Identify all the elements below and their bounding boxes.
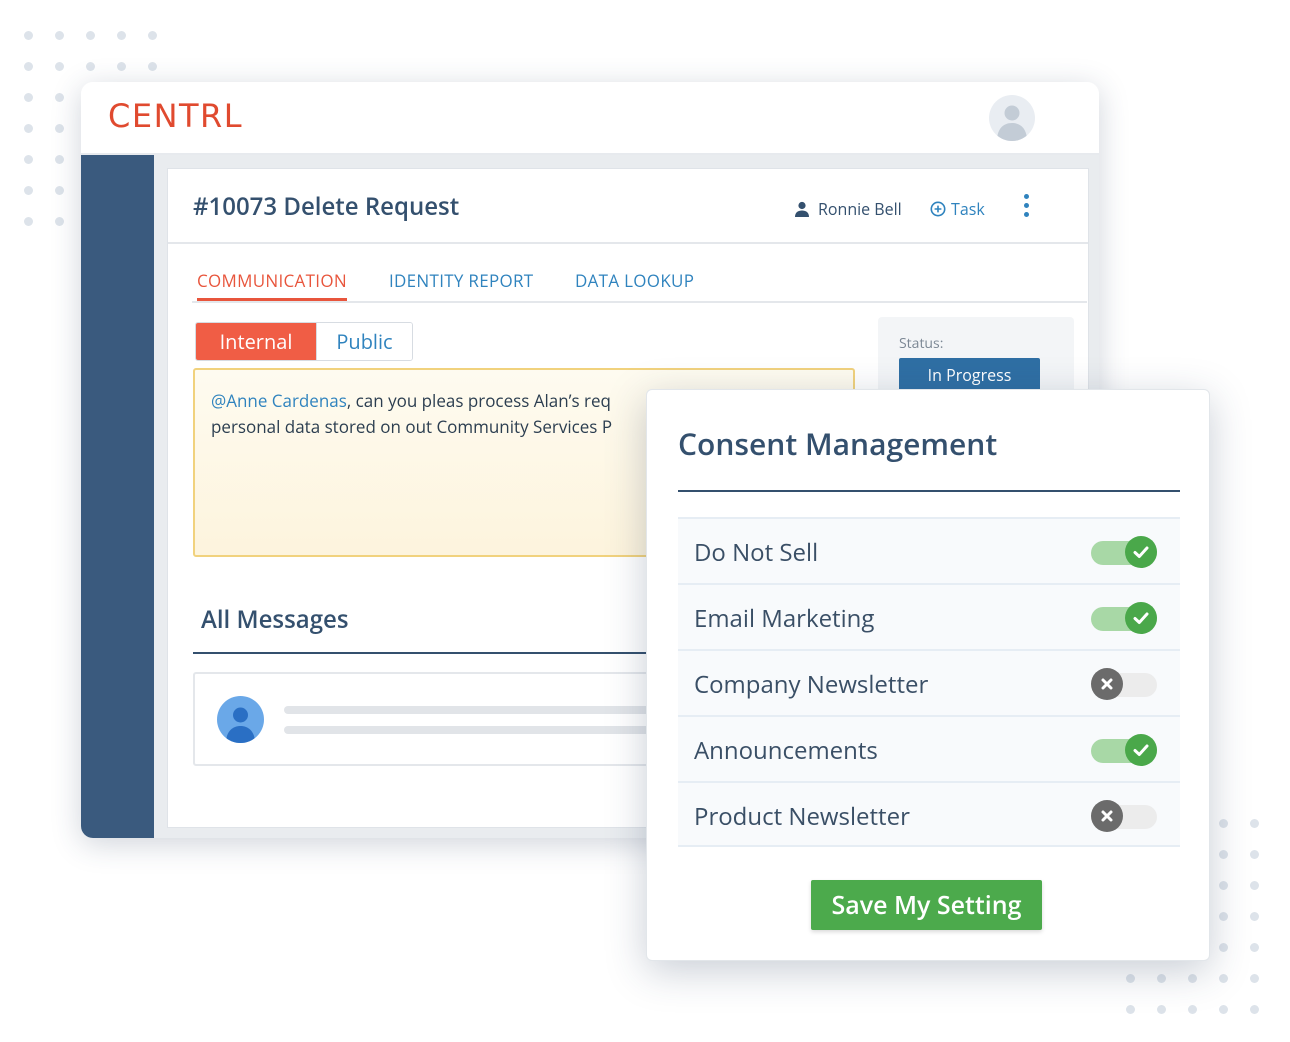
request-header: #10073 Delete Request Ronnie Bell Task	[168, 169, 1088, 244]
sidebar	[81, 155, 154, 838]
user-avatar[interactable]	[989, 95, 1035, 141]
status-label: Status:	[899, 334, 944, 353]
consent-divider	[678, 490, 1180, 492]
assignee[interactable]: Ronnie Bell	[794, 198, 902, 220]
consent-title: Consent Management	[678, 423, 998, 464]
preference-label: Email Marketing	[694, 602, 875, 635]
visibility-toggle: Internal Public	[195, 322, 413, 361]
all-messages-title: All Messages	[201, 603, 349, 636]
x-icon	[1101, 678, 1113, 690]
consent-management-dialog: Consent Management Do Not Sell Email Mar…	[646, 389, 1210, 961]
request-title: #10073 Delete Request	[193, 190, 460, 223]
task-label: Task	[951, 198, 985, 220]
add-task-button[interactable]: Task	[930, 198, 985, 220]
announcements-toggle[interactable]	[1091, 734, 1157, 766]
check-icon	[1133, 612, 1149, 624]
preference-row-announcements: Announcements	[678, 715, 1180, 781]
plus-circle-icon	[930, 201, 946, 217]
message-avatar	[217, 696, 264, 743]
mention-link[interactable]: @Anne Cardenas	[211, 389, 347, 412]
preference-row-email-marketing: Email Marketing	[678, 583, 1180, 649]
do-not-sell-toggle[interactable]	[1091, 536, 1157, 568]
preference-row-company-newsletter: Company Newsletter	[678, 649, 1180, 715]
tab-identity-report[interactable]: IDENTITY REPORT	[389, 269, 533, 298]
user-avatar-icon	[997, 105, 1027, 141]
internal-button[interactable]: Internal	[196, 323, 316, 360]
status-dropdown[interactable]: In Progress	[899, 358, 1040, 392]
note-line-2: personal data stored on out Community Se…	[211, 415, 613, 438]
product-newsletter-toggle[interactable]	[1091, 800, 1157, 832]
centrl-logo[interactable]: CENTRL	[108, 97, 243, 135]
assignee-name: Ronnie Bell	[818, 198, 902, 220]
preference-label: Product Newsletter	[694, 800, 910, 833]
app-header: CENTRL	[81, 82, 1099, 155]
email-marketing-toggle[interactable]	[1091, 602, 1157, 634]
tab-communication[interactable]: COMMUNICATION	[197, 269, 347, 301]
save-settings-button[interactable]: Save My Setting	[811, 880, 1042, 930]
user-avatar-icon	[226, 707, 255, 743]
preference-label: Do Not Sell	[694, 536, 819, 569]
preference-list: Do Not Sell Email Marketing Company News…	[678, 517, 1180, 847]
company-newsletter-toggle[interactable]	[1091, 668, 1157, 700]
x-icon	[1101, 810, 1113, 822]
tab-data-lookup[interactable]: DATA LOOKUP	[575, 269, 694, 298]
preference-row-do-not-sell: Do Not Sell	[678, 517, 1180, 583]
preference-row-product-newsletter: Product Newsletter	[678, 781, 1180, 847]
check-icon	[1133, 546, 1149, 558]
check-icon	[1133, 744, 1149, 756]
tab-bar: COMMUNICATION IDENTITY REPORT DATA LOOKU…	[192, 269, 1087, 303]
preference-label: Company Newsletter	[694, 668, 929, 701]
note-line-1: , can you pleas process Alan’s req	[346, 389, 611, 412]
preference-label: Announcements	[694, 734, 878, 767]
public-button[interactable]: Public	[316, 323, 412, 360]
person-icon	[795, 201, 809, 217]
more-options-icon[interactable]	[1019, 194, 1033, 220]
